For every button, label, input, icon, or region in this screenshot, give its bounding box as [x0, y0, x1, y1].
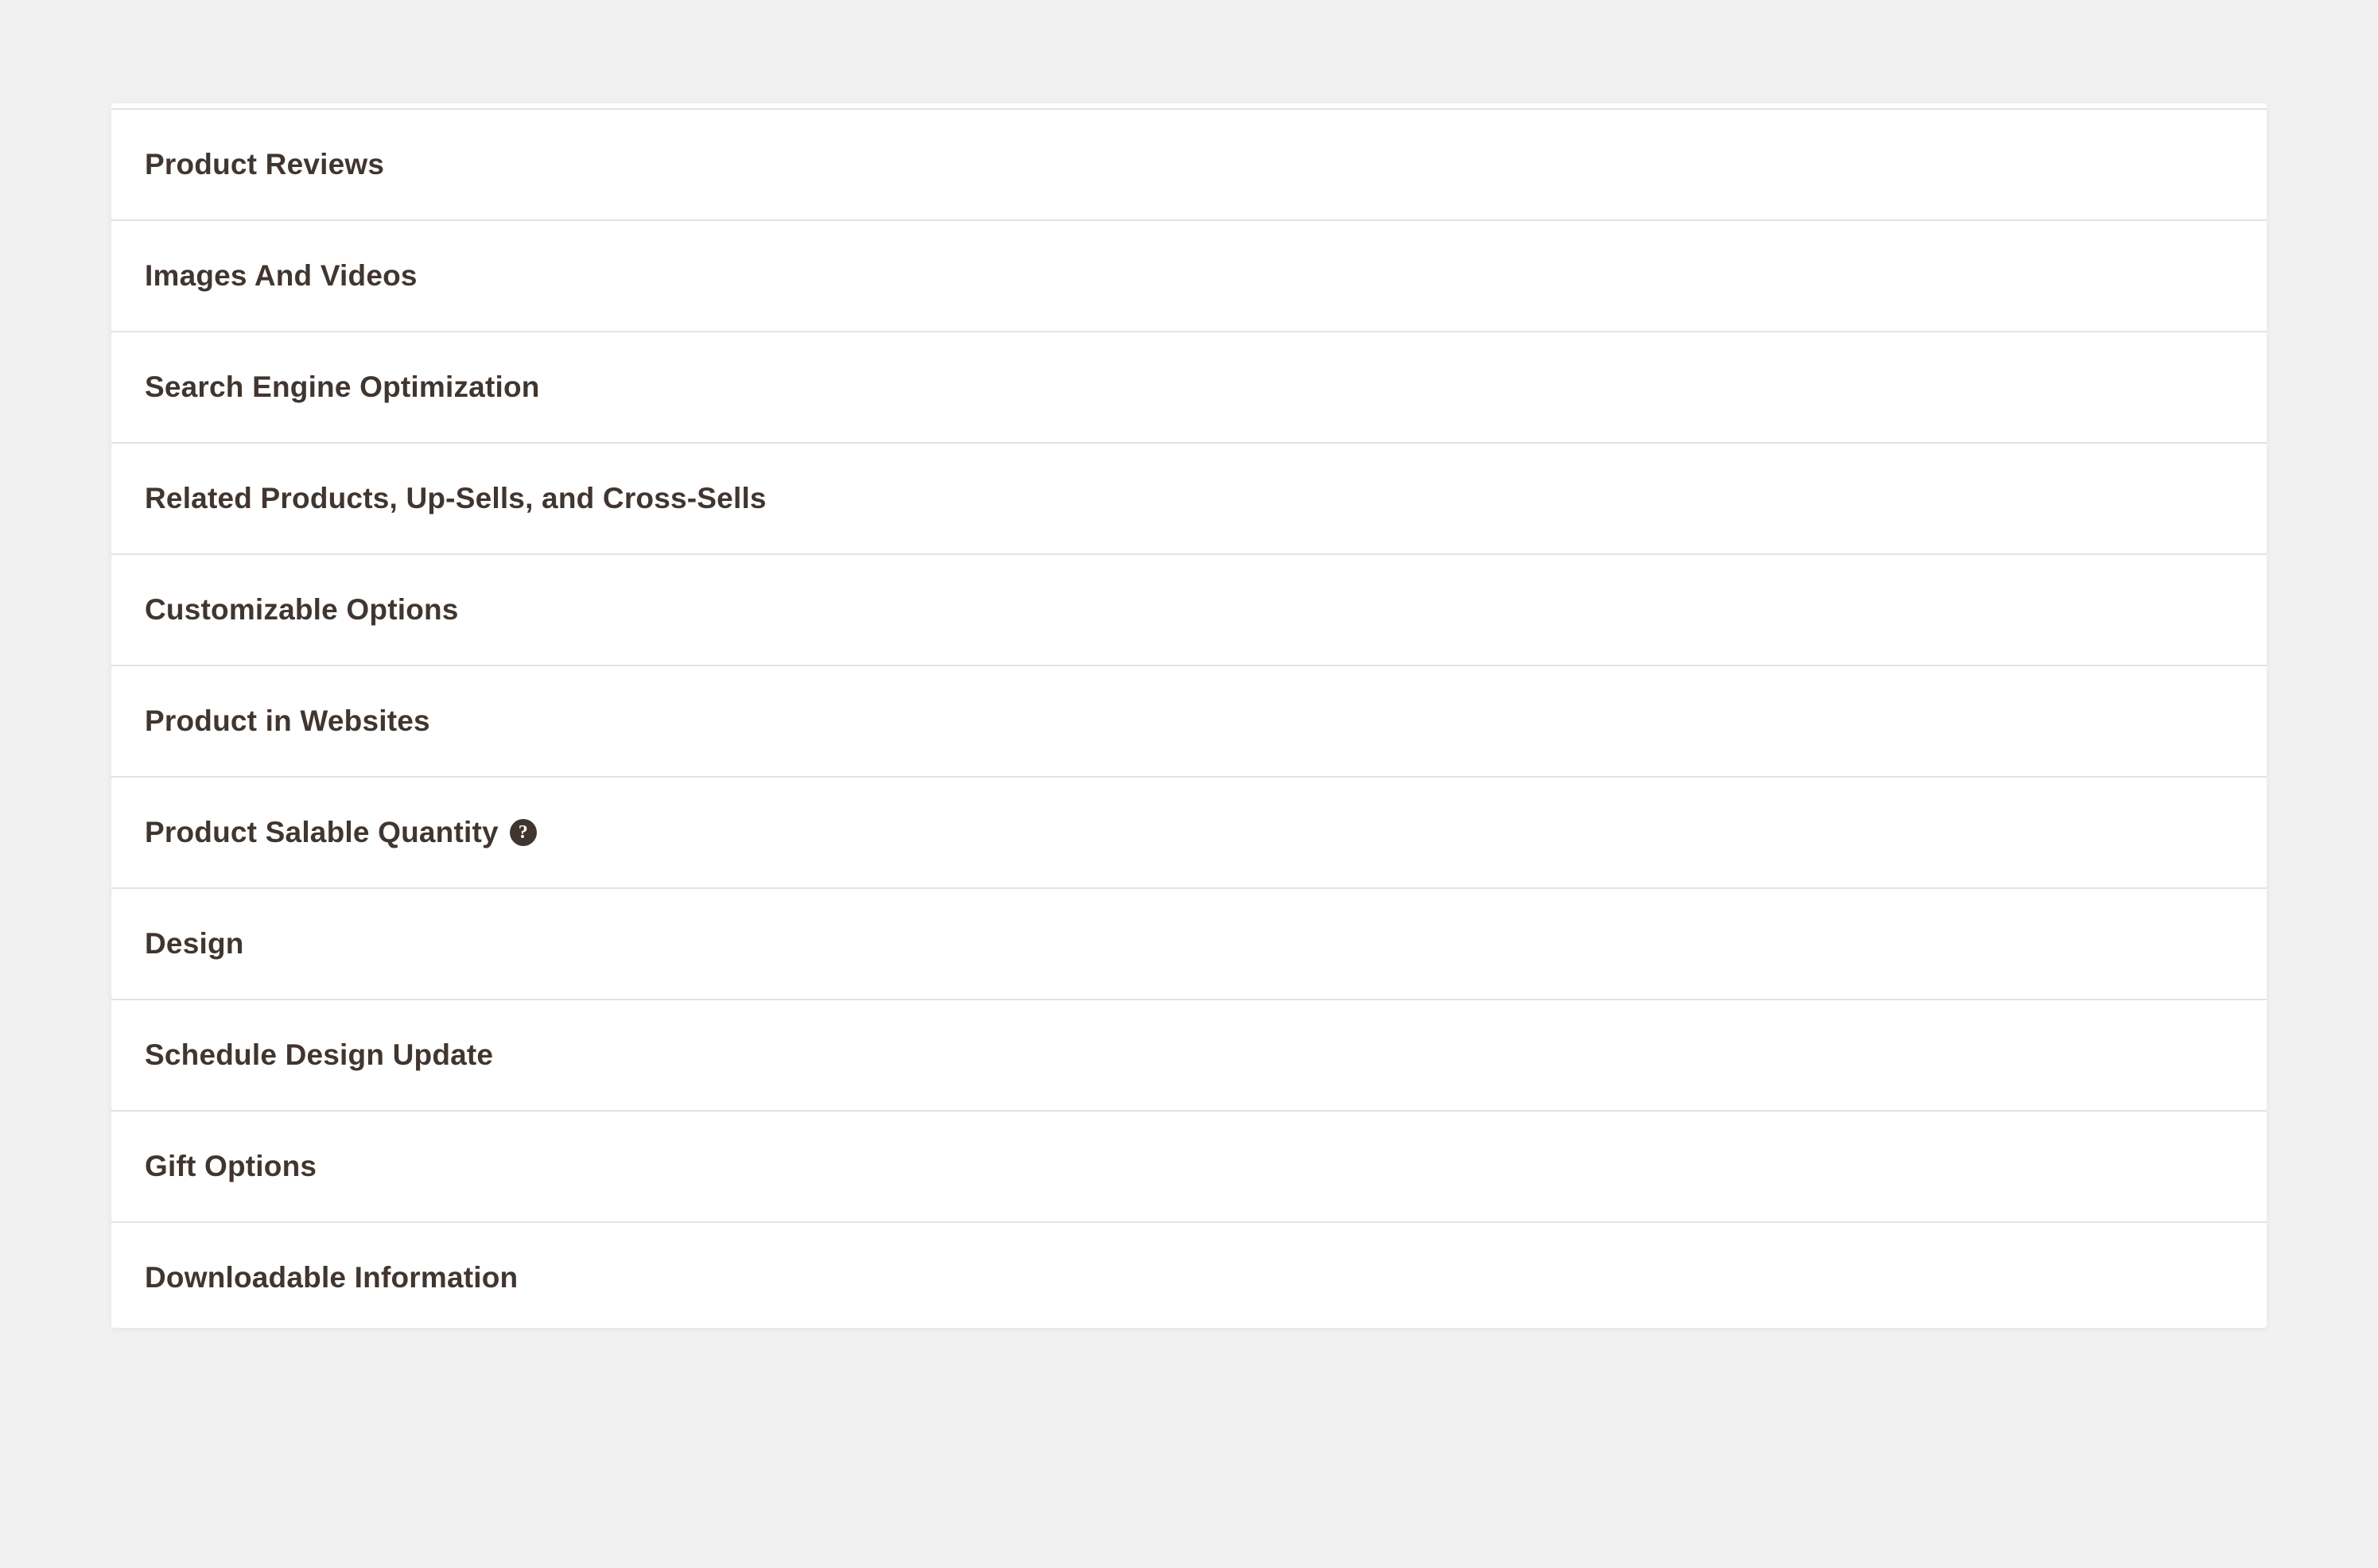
section-title: Product Reviews: [145, 148, 384, 181]
section-title: Product Salable Quantity: [145, 816, 499, 849]
section-customizable-options[interactable]: Customizable Options: [111, 555, 2267, 666]
section-title: Design: [145, 927, 244, 961]
accordion-panel: Product Reviews Images And Videos Search…: [111, 103, 2267, 1328]
section-title: Schedule Design Update: [145, 1038, 493, 1072]
section-product-salable-quantity[interactable]: Product Salable Quantity ?: [111, 778, 2267, 889]
section-product-reviews[interactable]: Product Reviews: [111, 108, 2267, 221]
section-search-engine-optimization[interactable]: Search Engine Optimization: [111, 332, 2267, 444]
section-gift-options[interactable]: Gift Options: [111, 1112, 2267, 1223]
section-title: Downloadable Information: [145, 1261, 518, 1294]
section-related-products-upsells-crosssells[interactable]: Related Products, Up-Sells, and Cross-Se…: [111, 444, 2267, 555]
section-product-in-websites[interactable]: Product in Websites: [111, 666, 2267, 778]
section-title: Customizable Options: [145, 593, 459, 627]
section-downloadable-information[interactable]: Downloadable Information: [111, 1223, 2267, 1328]
section-title: Product in Websites: [145, 704, 430, 738]
section-title: Gift Options: [145, 1150, 317, 1183]
section-images-and-videos[interactable]: Images And Videos: [111, 221, 2267, 332]
section-design[interactable]: Design: [111, 889, 2267, 1000]
section-title: Search Engine Optimization: [145, 371, 540, 404]
section-title: Images And Videos: [145, 259, 418, 293]
help-icon[interactable]: ?: [510, 819, 537, 846]
section-title: Related Products, Up-Sells, and Cross-Se…: [145, 482, 767, 515]
section-schedule-design-update[interactable]: Schedule Design Update: [111, 1000, 2267, 1112]
